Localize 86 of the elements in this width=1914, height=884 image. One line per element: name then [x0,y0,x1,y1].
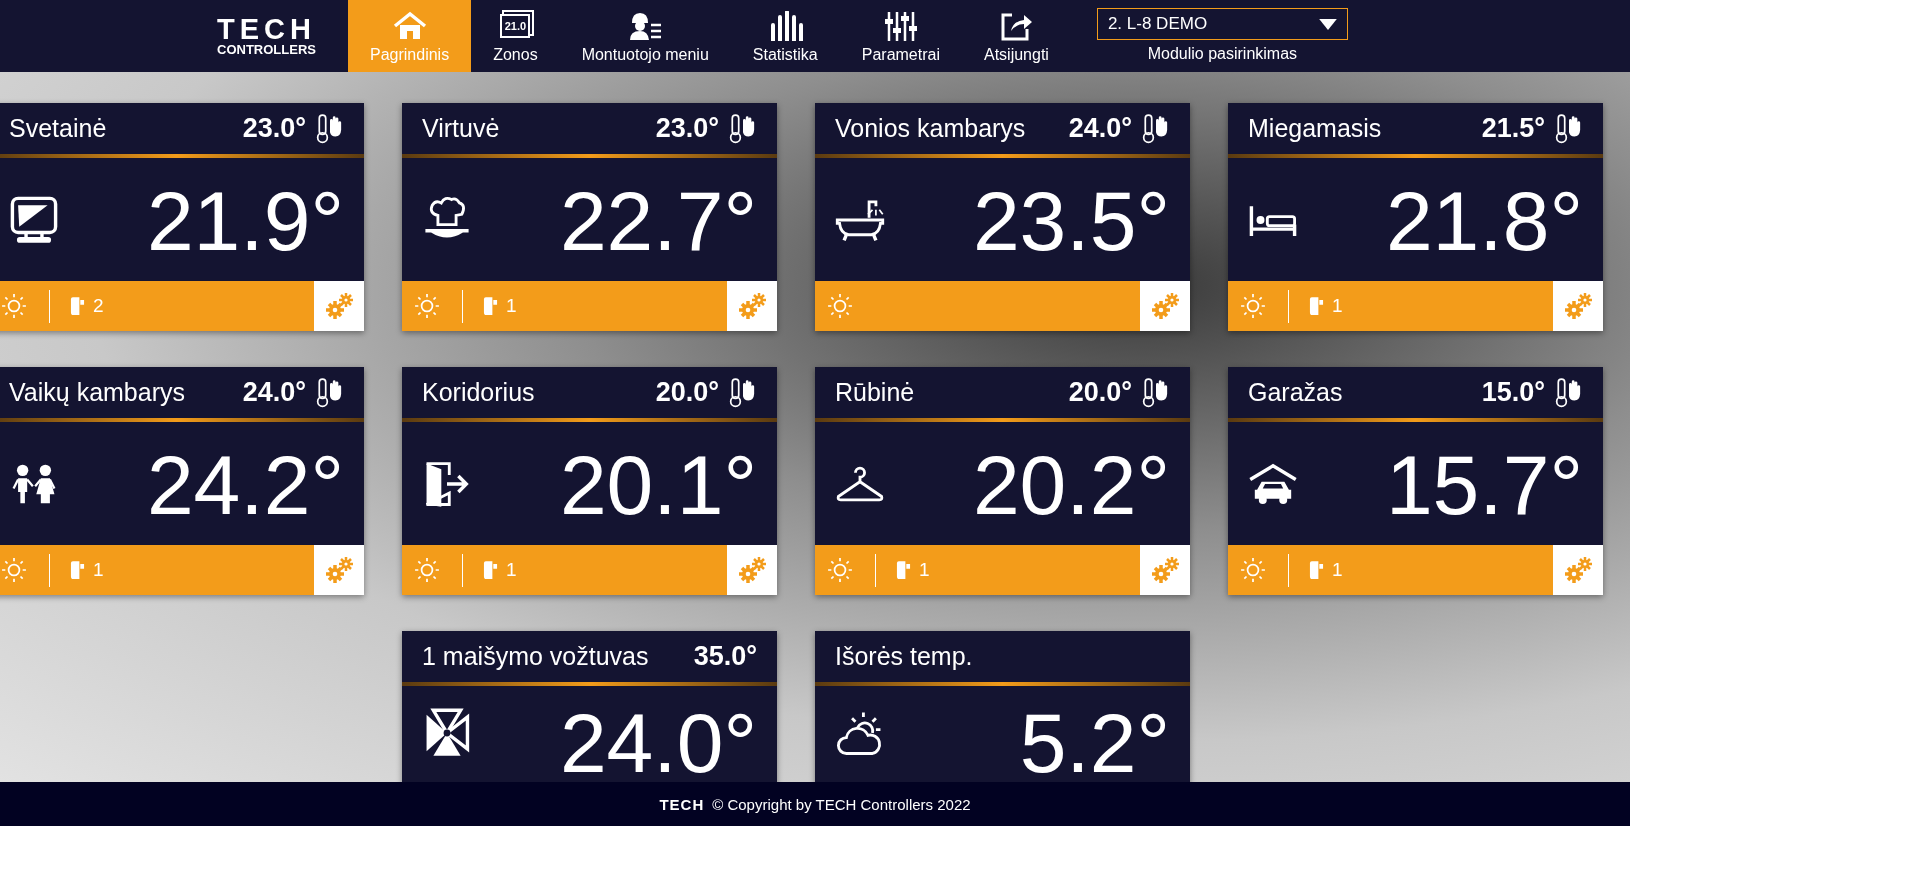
room-temperature: 23.5° [972,186,1170,253]
setpoint: 20.0° [655,377,719,408]
nav-tab[interactable]: Parametrai [839,0,962,72]
settings-button[interactable] [314,281,364,331]
actuator-count: 2 [93,295,104,317]
zone-name: Garažas [1248,378,1344,407]
zone-name: Virtuvė [422,114,501,143]
zone-name: Vonios kambarys [835,114,1027,143]
tech-logo[interactable]: TECH CONTROLLERS [210,0,323,72]
settings-button[interactable] [314,545,364,595]
settings-icon [1563,556,1593,584]
nav-tab[interactable]: Statistika [730,0,840,72]
setpoint: 35.0° [693,641,757,672]
actuator-count: 1 [919,559,930,581]
room-temperature: 20.1° [559,450,757,517]
settings-icon [1150,292,1180,320]
zone-card[interactable]: Svetainė 23.0° 21.9° 2 [0,103,364,331]
room-temperature: 22.7° [559,186,757,253]
worker-icon [627,11,664,41]
setpoint: 23.0° [655,113,719,144]
nav-tab[interactable]: Atsijungti [962,0,1071,72]
monitor-icon [9,194,59,245]
actuator-icon [483,295,498,317]
zone-name: Miegamasis [1248,114,1383,143]
setpoint: 20.0° [1068,377,1132,408]
actuator-icon [70,295,85,317]
caret-icon [1318,18,1337,30]
zone-card[interactable]: Rūbinė 20.0° 20.2° 1 [815,367,1190,595]
settings-button[interactable] [1140,545,1190,595]
settings-icon [737,292,767,320]
logo-subtitle: CONTROLLERS [217,43,316,57]
actuator-icon [483,559,498,581]
zone-card[interactable]: Koridorius 20.0° 20.1° 1 [402,367,777,595]
setpoint: 15.0° [1481,377,1545,408]
setpoint: 21.5° [1481,113,1545,144]
zone-card[interactable]: 1 maišymo vožtuvas 35.0° 24.0° [402,631,777,782]
actuator-count: 1 [1332,295,1343,317]
zone-name: 1 maišymo vožtuvas [422,642,650,671]
room-temperature: 15.7° [1385,450,1583,517]
actuator-count: 1 [506,295,517,317]
zone-card[interactable]: Virtuvė 23.0° 22.7° 1 [402,103,777,331]
zone-name: Išorės temp. [835,642,974,671]
room-temperature: 20.2° [972,450,1170,517]
zone-name: Vaikų kambarys [9,378,186,407]
home-icon [391,11,428,41]
settings-button[interactable] [727,281,777,331]
actuator-icon [70,559,85,581]
room-temperature: 21.9° [146,186,344,253]
setpoint: 24.0° [242,377,306,408]
room-temperature: 24.2° [146,450,344,517]
zone-card[interactable]: Išorės temp. 5.2° [815,631,1190,782]
actuator-icon [1309,295,1324,317]
setpoint: 23.0° [242,113,306,144]
copyright-text: © Copyright by TECH Controllers 2022 [712,795,971,813]
settings-button[interactable] [1140,281,1190,331]
actuator-icon [896,559,911,581]
settings-button[interactable] [1553,281,1603,331]
settings-icon [1150,556,1180,584]
settings-icon [1563,292,1593,320]
room-temperature: 5.2° [1019,708,1170,775]
settings-icon [324,556,354,584]
logo-brand: TECH [217,15,316,43]
settings-button[interactable] [1553,545,1603,595]
nav-tab[interactable]: Montuotojo meniu [559,0,731,72]
zone-card[interactable]: Vaikų kambarys 24.0° 24.2° 1 [0,367,364,595]
nav-tab[interactable]: 21.0 Zonos [471,0,560,72]
module-select-label: Modulio pasirinkimas [1147,45,1298,63]
zone-name: Koridorius [422,378,536,407]
room-temperature: 21.8° [1385,186,1583,253]
zone-card[interactable]: Vonios kambarys 24.0° 23.5° [815,103,1190,331]
zone-name: Svetainė [9,114,108,143]
room-temperature: 24.0° [559,708,757,775]
zone-name: Rūbinė [835,378,916,407]
module-select[interactable]: 2. L-8 DEMO [1096,8,1348,40]
actuator-count: 1 [1332,559,1343,581]
footer-logo: TECH [659,795,705,813]
settings-icon [324,292,354,320]
actuator-icon [1309,559,1324,581]
settings-icon [737,556,767,584]
setpoint: 24.0° [1068,113,1132,144]
settings-button[interactable] [727,545,777,595]
actuator-count: 1 [506,559,517,581]
actuator-count: 1 [93,559,104,581]
zone-card[interactable]: Miegamasis 21.5° 21.8° 1 [1228,103,1603,331]
zone-card[interactable]: Garažas 15.0° 15.7° 1 [1228,367,1603,595]
sliders-icon [882,11,919,41]
